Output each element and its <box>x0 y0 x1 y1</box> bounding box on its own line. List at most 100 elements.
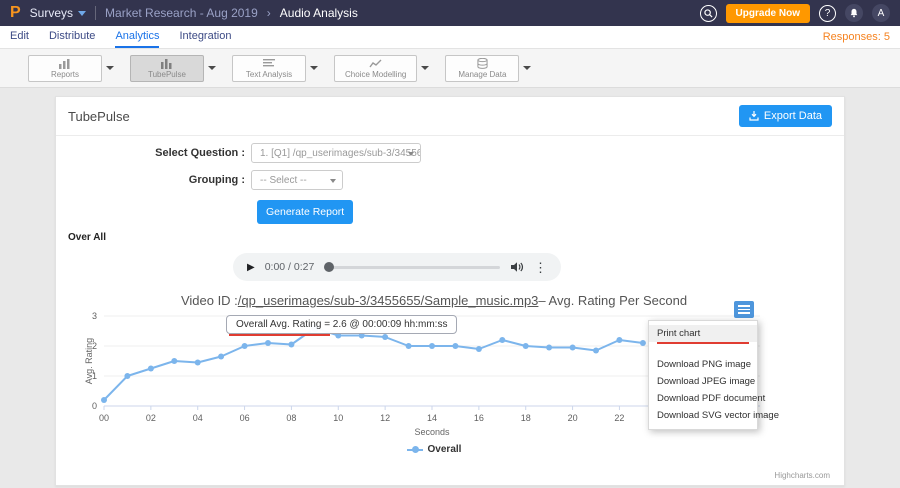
play-button[interactable]: ▶ <box>247 262 255 273</box>
page-background: TubePulse Export Data Select Question : … <box>0 88 900 488</box>
menu-item-analytics[interactable]: Analytics <box>115 26 159 48</box>
svg-text:14: 14 <box>427 413 437 423</box>
chevron-down-icon[interactable] <box>208 66 216 70</box>
chart-tooltip: Overall Avg. Rating = 2.6 @ 00:00:09 hh:… <box>226 315 457 334</box>
tool-manage-data-button[interactable]: Manage Data <box>445 55 519 82</box>
tool-reports-button[interactable]: Reports <box>28 55 102 82</box>
svg-text:04: 04 <box>193 413 203 423</box>
breadcrumb-separator: › <box>267 6 271 20</box>
pulse-chart-icon <box>160 58 174 69</box>
hamburger-icon <box>738 312 750 314</box>
grouping-label: Grouping : <box>56 174 251 186</box>
panel-title: TubePulse <box>68 109 130 124</box>
svg-text:08: 08 <box>286 413 296 423</box>
database-icon <box>476 58 489 69</box>
panel-divider <box>56 135 844 136</box>
tool-text-analysis-label: Text Analysis <box>246 70 292 79</box>
user-avatar[interactable]: A <box>872 4 890 22</box>
svg-text:00: 00 <box>99 413 109 423</box>
svg-text:18: 18 <box>521 413 531 423</box>
tool-tubepulse-label: TubePulse <box>148 70 186 79</box>
annotation-underline-print <box>657 342 749 344</box>
seek-thumb[interactable] <box>324 262 334 272</box>
menu-item-print-chart[interactable]: Print chart <box>649 325 757 342</box>
chevron-down-icon[interactable] <box>523 66 531 70</box>
chevron-down-icon <box>408 152 414 156</box>
question-select-value: 1. [Q1] /qp_userimages/sub-3/3455655/S..… <box>260 148 421 159</box>
chart-title-prefix: Video ID : <box>181 293 238 308</box>
surveys-label: Surveys <box>30 6 73 20</box>
chart-context-menu-button[interactable] <box>734 301 754 318</box>
menu-item-download-svg[interactable]: Download SVG vector image <box>649 407 757 424</box>
menu-item-download-jpeg[interactable]: Download JPEG image <box>649 373 757 390</box>
tool-choice-modelling-label: Choice Modelling <box>345 70 406 79</box>
menu-item-distribute[interactable]: Distribute <box>49 26 95 48</box>
export-data-label: Export Data <box>764 110 822 122</box>
chart-container: Video ID :/qp_userimages/sub-3/3455655/S… <box>84 293 784 455</box>
legend-series-label: Overall <box>428 444 462 455</box>
player-menu-button[interactable]: ⋮ <box>534 261 547 274</box>
export-data-button[interactable]: Export Data <box>739 105 832 127</box>
chevron-down-icon[interactable] <box>310 66 318 70</box>
chart-legend[interactable]: Overall <box>84 444 784 455</box>
help-button[interactable]: ? <box>819 5 836 22</box>
svg-text:20: 20 <box>568 413 578 423</box>
chevron-down-icon[interactable] <box>421 66 429 70</box>
overall-section-label: Over All <box>68 232 844 243</box>
chart-title: Video ID :/qp_userimages/sub-3/3455655/S… <box>84 293 784 310</box>
select-question-row: Select Question : 1. [Q1] /qp_userimages… <box>56 143 844 163</box>
menu-item-integration[interactable]: Integration <box>179 26 231 48</box>
tool-manage-data-label: Manage Data <box>458 70 506 79</box>
hamburger-icon <box>738 305 750 307</box>
svg-text:22: 22 <box>614 413 624 423</box>
breadcrumb-current-page: Audio Analysis <box>280 6 358 20</box>
chevron-down-icon <box>78 11 86 16</box>
analytics-toolbar: Reports TubePulse Text Analysis Choice M… <box>0 49 900 88</box>
top-header: P Surveys Market Research - Aug 2019 › A… <box>0 0 900 26</box>
tool-text-analysis-button[interactable]: Text Analysis <box>232 55 306 82</box>
chart-context-menu: Print chart Download PNG image Download … <box>648 320 758 430</box>
svg-text:16: 16 <box>474 413 484 423</box>
svg-text:0: 0 <box>92 401 97 411</box>
export-icon <box>749 111 759 121</box>
svg-text:02: 02 <box>146 413 156 423</box>
tubepulse-panel: TubePulse Export Data Select Question : … <box>55 96 845 486</box>
svg-text:12: 12 <box>380 413 390 423</box>
menu-item-download-pdf[interactable]: Download PDF document <box>649 390 757 407</box>
surveys-menu[interactable]: Surveys <box>30 6 86 20</box>
generate-report-button[interactable]: Generate Report <box>257 200 353 224</box>
seek-bar[interactable] <box>324 266 500 269</box>
chevron-down-icon <box>330 179 336 183</box>
grouping-select[interactable]: -- Select -- <box>251 170 343 190</box>
responses-count[interactable]: Responses: 5 <box>823 31 890 43</box>
chevron-down-icon[interactable] <box>106 66 114 70</box>
menu-item-edit[interactable]: Edit <box>10 26 29 48</box>
tool-reports-label: Reports <box>51 70 79 79</box>
svg-text:Avg. Rating: Avg. Rating <box>84 338 94 384</box>
audio-player: ▶ 0:00 / 0:27 ⋮ <box>233 253 561 281</box>
menu-item-download-png[interactable]: Download PNG image <box>649 356 757 373</box>
legend-series-marker <box>407 449 423 451</box>
main-menubar: Edit Distribute Analytics Integration Re… <box>0 26 900 49</box>
tool-choice-modelling-button[interactable]: Choice Modelling <box>334 55 417 82</box>
chart-title-suffix: – Avg. Rating Per Second <box>538 293 687 308</box>
bell-icon <box>849 8 859 18</box>
tool-manage-data: Manage Data <box>445 55 531 82</box>
search-button[interactable] <box>700 5 717 22</box>
player-time: 0:00 / 0:27 <box>265 261 315 273</box>
svg-text:3: 3 <box>92 311 97 321</box>
question-select[interactable]: 1. [Q1] /qp_userimages/sub-3/3455655/S..… <box>251 143 421 163</box>
tool-text-analysis: Text Analysis <box>232 55 318 82</box>
volume-icon[interactable] <box>510 261 524 273</box>
select-question-label: Select Question : <box>56 147 251 159</box>
hamburger-icon <box>738 309 750 311</box>
annotation-underline-tooltip <box>229 334 330 336</box>
upgrade-now-button[interactable]: Upgrade Now <box>726 4 810 23</box>
tool-tubepulse-button[interactable]: TubePulse <box>130 55 204 82</box>
breadcrumb-project[interactable]: Market Research - Aug 2019 <box>105 6 258 20</box>
questionpro-logo[interactable]: P <box>10 0 21 26</box>
notifications-button[interactable] <box>845 4 863 22</box>
highcharts-credit[interactable]: Highcharts.com <box>774 471 830 480</box>
bar-chart-icon <box>58 58 72 69</box>
tool-choice-modelling: Choice Modelling <box>334 55 429 82</box>
